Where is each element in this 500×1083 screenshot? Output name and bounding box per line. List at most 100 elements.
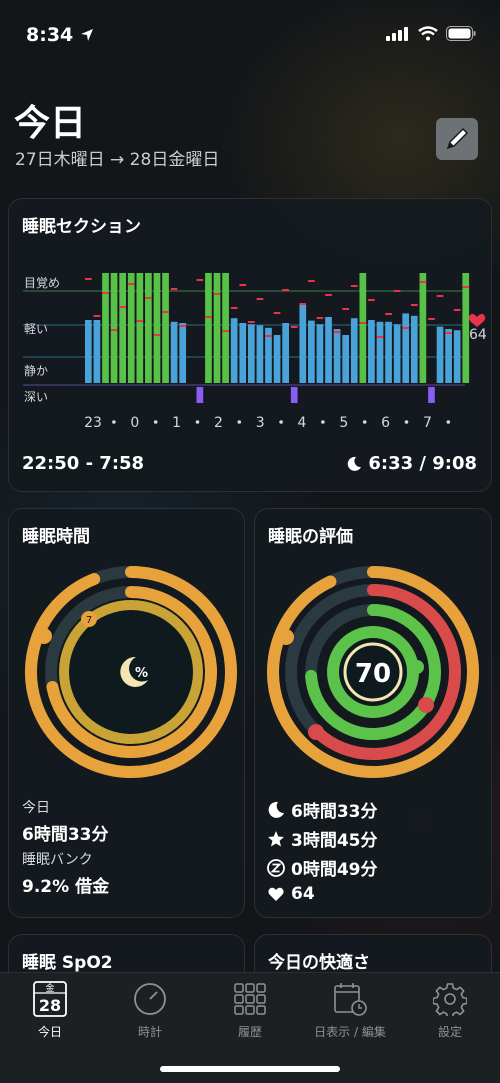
- heart-row: 64: [267, 884, 315, 904]
- signal-icon: [386, 26, 408, 41]
- hour-tick-label: 4: [298, 415, 307, 431]
- tab-label-day-edit: 日表示 / 編集: [314, 1025, 386, 1039]
- stage-bar: [453, 330, 461, 383]
- stage-bar: [308, 320, 315, 383]
- stage-bar: [222, 273, 229, 383]
- stage-bar: [428, 387, 435, 403]
- edit-button[interactable]: [436, 118, 478, 160]
- sleep-time-range: 22:50 - 7:58: [22, 453, 145, 474]
- moon-marker: [36, 628, 52, 644]
- stage-bar: [136, 273, 144, 383]
- duration-row: 6時間33分: [267, 797, 378, 822]
- hour-separator: [321, 420, 325, 424]
- badge-marker-text: 7: [86, 615, 92, 626]
- star-marker: [308, 724, 324, 740]
- sleep-duration-value: 6:33 / 9:08: [368, 453, 477, 474]
- sleep-score-title: 睡眠の評価: [268, 527, 353, 547]
- stage-label-quiet: 静か: [24, 364, 48, 378]
- stage-bar: [299, 305, 307, 383]
- z-value: 0時間49分: [291, 860, 378, 880]
- stage-bar: [85, 320, 92, 383]
- hour-separator: [112, 420, 116, 424]
- calendar-day: 28: [39, 996, 61, 1015]
- hour-separator: [279, 420, 283, 424]
- tab-settings[interactable]: 設定: [400, 979, 500, 1040]
- z-marker: [418, 697, 434, 713]
- stage-bar: [196, 387, 204, 403]
- deep-sleep-row: 3時間45分: [267, 826, 378, 851]
- sleep-duration: 6:33 / 9:08: [346, 453, 477, 474]
- moon-icon: [348, 456, 362, 471]
- tab-history[interactable]: 履歴: [200, 979, 300, 1040]
- today-value: 6時間33分: [22, 825, 109, 845]
- duration-value: 6時間33分: [291, 802, 378, 822]
- stage-bar: [445, 329, 452, 383]
- heart-icon: [468, 313, 486, 327]
- sleep-section-card[interactable]: 睡眠セクション 目覚め 軽い 静か 深い 23 0 1 2 3 4 5 6 7 64 22:50…: [8, 198, 492, 492]
- hypnogram-chart: 目覚め 軽い 静か 深い 23 0 1 2 3 4 5 6 7 64: [23, 273, 487, 431]
- stage-bar: [436, 326, 444, 383]
- stage-bar: [119, 273, 127, 383]
- stage-bar: [376, 321, 384, 383]
- page-title: 今日: [14, 103, 87, 144]
- stage-bar: [368, 320, 375, 383]
- hour-tick-label: 2: [214, 415, 223, 431]
- tab-bar: 金 28 今日 時計 履歴 日表示 / 編集 設定: [0, 972, 500, 1083]
- stage-bar: [93, 320, 101, 383]
- stage-bar: [145, 273, 152, 383]
- stage-bar: [162, 273, 169, 383]
- hour-tick-label: 23: [84, 415, 102, 431]
- stage-label-light: 軽い: [24, 322, 48, 336]
- comfort-title: 今日の快適さ: [268, 953, 370, 973]
- stage-bar: [205, 273, 212, 383]
- stage-bar: [102, 273, 109, 383]
- stage-bar: [179, 323, 187, 383]
- location-icon: [80, 29, 93, 41]
- hour-tick-label: 5: [339, 415, 348, 431]
- grid-icon: [234, 983, 266, 1015]
- tab-day-edit[interactable]: 日表示 / 編集: [300, 979, 400, 1040]
- stage-label-awake: 目覚め: [24, 276, 60, 290]
- stage-bar: [290, 387, 298, 403]
- stage-bar: [410, 315, 418, 383]
- sleep-bank-label: 睡眠バンク: [22, 852, 93, 868]
- hour-tick-label: 1: [172, 415, 181, 431]
- home-indicator: [160, 1066, 340, 1072]
- hour-tick-label: 0: [130, 415, 139, 431]
- sleep-bank-value: 9.2% 借金: [22, 877, 110, 897]
- hour-separator: [153, 420, 158, 424]
- stage-bar: [256, 325, 264, 383]
- hour-separator: [404, 420, 409, 424]
- battery-icon: [446, 26, 476, 41]
- date-range-subtitle: 27日木曜日 → 28日金曜日: [15, 150, 220, 170]
- status-bar: 8:34: [0, 0, 500, 70]
- stage-bar: [393, 324, 401, 383]
- calendar-icon: 金 28: [33, 981, 67, 1017]
- sleep-time-card[interactable]: 睡眠時間 7 % 今日 6時間33分 睡眠バンク 9.2% 借金: [8, 508, 245, 918]
- tab-label-history: 履歴: [237, 1025, 262, 1039]
- status-time: 8:34: [26, 24, 94, 46]
- hour-separator: [237, 420, 242, 424]
- wifi-icon: [418, 26, 438, 41]
- stage-bar: [316, 324, 324, 383]
- gear-icon: [433, 983, 467, 1016]
- stage-bar: [350, 318, 358, 383]
- sleep-time-rings: 7 %: [25, 566, 237, 778]
- tab-label-settings: 設定: [437, 1025, 462, 1039]
- clock-icon: [134, 983, 166, 1015]
- tab-clock[interactable]: 時計: [100, 979, 200, 1040]
- deep-sleep-value: 3時間45分: [291, 831, 378, 851]
- stage-bar: [273, 335, 281, 383]
- sleep-score-card[interactable]: 睡眠の評価 70 6時間33分 3時間45分 0時間49分 64: [254, 508, 492, 918]
- heart-value: 64: [291, 884, 315, 904]
- tab-today[interactable]: 金 28 今日: [0, 979, 100, 1040]
- z-row: 0時間49分: [267, 855, 378, 880]
- heart-icon: [268, 887, 284, 901]
- sleep-time-title: 睡眠時間: [22, 527, 90, 547]
- moon-icon: [268, 801, 284, 818]
- hour-tick-label: 3: [256, 415, 265, 431]
- sleep-spo2-title: 睡眠 SpO2: [22, 953, 113, 973]
- heart-rate-value: 64: [469, 327, 487, 343]
- hour-separator: [195, 420, 200, 424]
- day-edit-icon: [334, 983, 367, 1016]
